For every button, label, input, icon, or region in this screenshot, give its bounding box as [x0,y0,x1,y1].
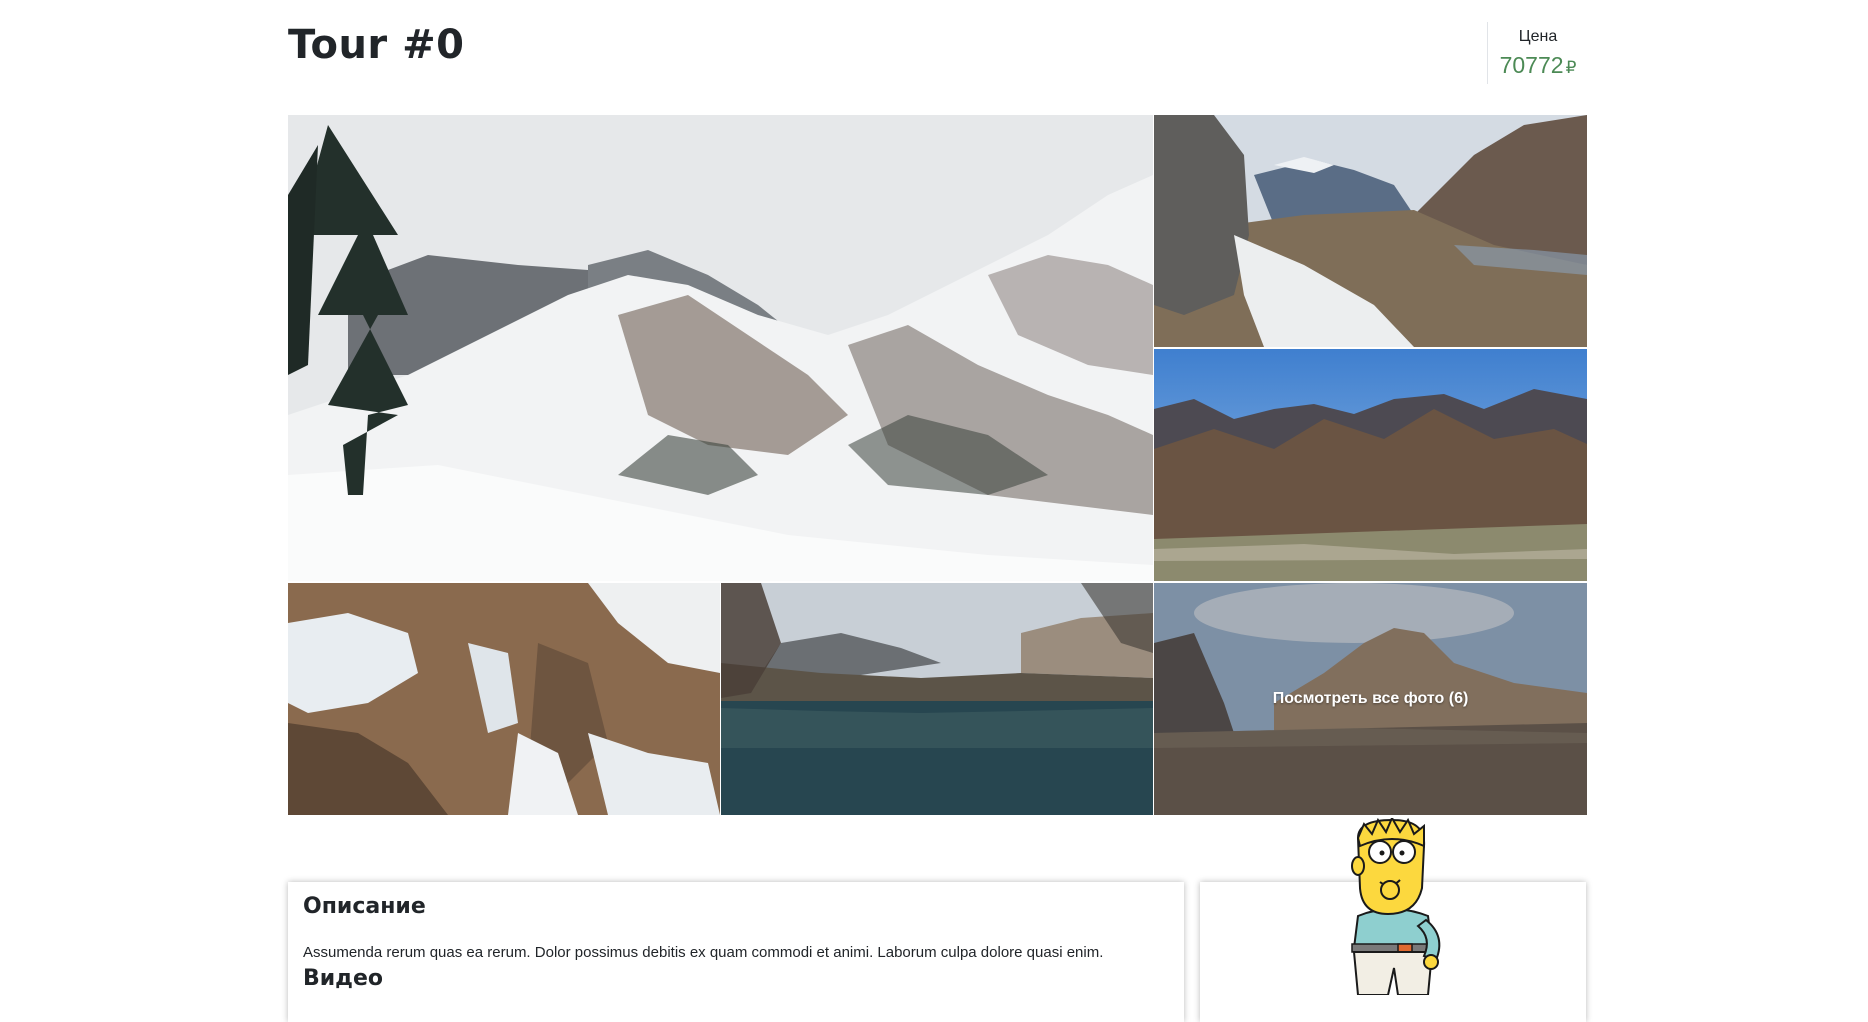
page-title: Tour #0 [288,22,465,68]
gallery-photo-blue-lake[interactable] [721,583,1153,815]
description-heading: Описание [303,894,426,919]
view-all-photos-overlay[interactable]: Посмотреть все фото (6) [1154,583,1587,815]
video-heading: Видео [303,966,383,991]
cartoon-boy-mascot-icon [1328,818,1456,995]
gallery-photo-mountain-ridge[interactable] [1154,349,1587,581]
price-box: Цена 70772 ₽ [1487,22,1588,84]
description-card: Описание Assumenda rerum quas ea rerum. … [288,882,1184,1022]
price-value: 70772 ₽ [1488,52,1588,79]
view-all-photos-button[interactable]: Посмотреть все фото (6) [1273,690,1469,708]
blue-lake-image [721,583,1153,815]
gallery-photo-snowy-mountains[interactable] [288,115,1153,581]
gallery-photo-frozen-waterfall[interactable] [288,583,720,815]
price-amount: 70772 [1499,52,1564,78]
photo-gallery: Посмотреть все фото (6) [288,115,1587,815]
price-label: Цена [1518,28,1558,45]
description-text: Assumenda rerum quas ea rerum. Dolor pos… [303,944,1104,961]
snowy-mountain-image [288,115,1153,581]
gallery-photo-rocky-valley[interactable] [1154,115,1587,347]
gallery-photo-rocky-plateau[interactable]: Посмотреть все фото (6) [1154,583,1587,815]
mountain-ridge-image [1154,349,1587,581]
ruble-icon: ₽ [1565,58,1577,77]
frozen-waterfall-image [288,583,720,815]
rocky-valley-image [1154,115,1587,347]
